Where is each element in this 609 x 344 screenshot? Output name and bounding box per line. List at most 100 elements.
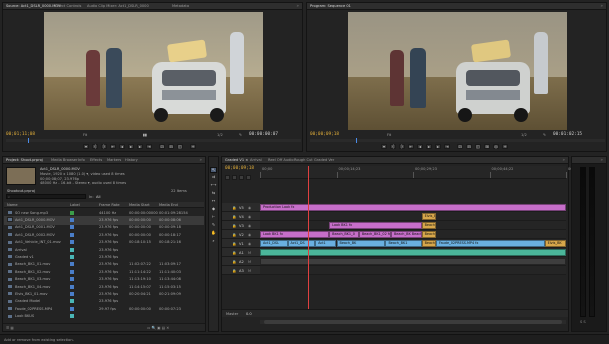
ripple-edit-tool-icon[interactable]: ⟷ [210, 183, 217, 189]
track-header-v2[interactable]: 🔒 V2 ◉ [222, 230, 260, 239]
source-page[interactable]: 1/2 [217, 133, 223, 137]
label-swatch[interactable] [70, 262, 74, 267]
label-swatch[interactable] [70, 225, 74, 230]
label-swatch[interactable] [70, 306, 74, 311]
column-name[interactable]: Name [7, 203, 18, 207]
pen-tool-icon[interactable]: ✎ [210, 223, 217, 229]
program-scrubber[interactable] [310, 138, 605, 143]
lock-icon[interactable]: 🔒 [232, 224, 236, 228]
go-to-in-icon[interactable]: ⇤ [110, 144, 116, 149]
step-forward-icon[interactable]: ▸ [137, 144, 143, 149]
toggle-output-icon[interactable]: ◉ [248, 233, 251, 237]
lock-icon[interactable]: 🔒 [232, 269, 236, 273]
track-header-v4[interactable]: 🔒 V4 ◉ [222, 212, 260, 221]
timeline-clip[interactable]: Beach_B [421, 222, 436, 229]
tab-graded-ver[interactable]: Graded Ver [314, 158, 334, 163]
tab-reel-off-audio[interactable]: Reel Off Audio [268, 158, 294, 163]
toggle-output-icon[interactable]: ◉ [248, 242, 251, 246]
extract-icon[interactable]: ⊟ [466, 144, 472, 149]
column-label[interactable]: Label [70, 203, 80, 207]
label-swatch[interactable] [70, 291, 74, 296]
timeline-clip[interactable]: Look BK1 fx [329, 222, 422, 229]
panel-menu-icon[interactable]: » [563, 158, 565, 162]
track-header-v5[interactable]: 🔒 V5 ◉ [222, 203, 260, 212]
label-swatch[interactable] [70, 299, 74, 304]
label-swatch[interactable] [70, 277, 74, 282]
timeline-zoom-scrollbar[interactable] [260, 320, 566, 324]
solo-buttons[interactable]: S S [580, 320, 595, 325]
scrollbar-thumb[interactable] [264, 320, 562, 324]
source-playhead[interactable] [28, 138, 29, 143]
tab-effects[interactable]: Effects [90, 158, 102, 163]
play-icon[interactable]: ▸ [128, 144, 134, 149]
rate-stretch-tool-icon[interactable]: ↔ [210, 199, 217, 205]
export-frame-icon[interactable]: ◫ [177, 144, 183, 149]
selection-tool-icon[interactable]: ↖ [210, 167, 217, 173]
play-icon[interactable]: ▸ [426, 144, 432, 149]
track-header-v1[interactable]: 🔒 V1 ◉ [222, 239, 260, 248]
marker-icon[interactable]: ▾ [83, 144, 89, 149]
panel-menu-icon[interactable]: » [297, 4, 299, 8]
panel-menu-icon[interactable]: » [200, 158, 202, 162]
timeline-clip[interactable]: Beach_BK1_02 fx [358, 231, 391, 238]
track-header-a3[interactable]: 🔒 A3 M [222, 266, 260, 275]
lock-icon[interactable]: 🔒 [232, 233, 236, 237]
mark-out-icon[interactable]: } [399, 144, 405, 149]
program-playhead[interactable] [356, 138, 357, 143]
timeline-clip[interactable]: Beach_BK1_0 [329, 231, 359, 238]
razor-tool-icon[interactable]: ◆ [210, 207, 217, 213]
mark-in-icon[interactable]: { [92, 144, 98, 149]
timeline-clip[interactable]: Beach_B [421, 240, 436, 247]
export-frame-icon[interactable]: ◫ [475, 144, 481, 149]
program-page[interactable]: 1/2 [521, 133, 527, 137]
tab-markers[interactable]: Markers [107, 158, 121, 163]
track-select-tool-icon[interactable]: ⇉ [210, 175, 217, 181]
timeline-clip[interactable]: Production Look fx [260, 204, 566, 211]
program-fit-dropdown[interactable]: Fit [387, 133, 391, 137]
mute-icon[interactable]: M [248, 260, 251, 264]
timeline-clip[interactable]: Faude_02PRESS.MP4 fx [435, 240, 545, 247]
hand-tool-icon[interactable]: ✋ [210, 231, 217, 237]
label-swatch[interactable] [70, 314, 74, 319]
track-header-a2[interactable]: 🔒 A2 M [222, 257, 260, 266]
go-to-out-icon[interactable]: ⇥ [444, 144, 450, 149]
tab-info[interactable]: Info [78, 158, 85, 163]
zoom-tool-icon[interactable]: ⌕ [210, 239, 217, 245]
panel-menu-icon[interactable]: » [601, 4, 603, 8]
panel-menu-icon[interactable]: » [601, 158, 603, 162]
go-to-out-icon[interactable]: ⇥ [146, 144, 152, 149]
toggle-output-icon[interactable]: ◉ [248, 206, 251, 210]
timeline-clip[interactable]: Beach_B [421, 231, 436, 238]
mark-out-icon[interactable]: } [101, 144, 107, 149]
tab-media-browser[interactable]: Media Browser [51, 158, 78, 163]
go-to-in-icon[interactable]: ⇤ [408, 144, 414, 149]
program-timecode[interactable]: 00;00;09;18 [310, 132, 339, 137]
rolling-edit-tool-icon[interactable]: ⇆ [210, 191, 217, 197]
tab-audio-clip-mixer[interactable]: Audio Clip Mixer: Act1_DSLR_0000 [87, 4, 149, 9]
lock-icon[interactable]: 🔒 [232, 215, 236, 219]
timeline-clip[interactable]: Elvis_BK [544, 240, 566, 247]
track-header-a1[interactable]: 🔒 A1 M [222, 248, 260, 257]
label-swatch[interactable] [70, 232, 74, 237]
step-back-icon[interactable]: ◂ [417, 144, 423, 149]
tab-arrival[interactable]: Arrival [250, 158, 262, 163]
timeline-clip[interactable]: Elvis_B [421, 213, 436, 220]
tab-project[interactable]: Project: Shoot.prproj [6, 158, 43, 163]
source-timecode[interactable]: 00;01;11;08 [6, 132, 35, 137]
track-header-v3[interactable]: 🔒 V3 ◉ [222, 221, 260, 230]
source-scrubber[interactable] [6, 138, 301, 143]
timeline-clip[interactable]: Beach_BK1 [385, 240, 422, 247]
tab-rough-cut[interactable]: Rough Cut [294, 158, 313, 163]
insert-icon[interactable]: ⊡ [159, 144, 165, 149]
timeline-clip[interactable]: Beach_BK Beach_fx [390, 231, 422, 238]
lock-icon[interactable]: 🔒 [232, 206, 236, 210]
trim-icon[interactable]: ⊞ [484, 144, 490, 149]
tab-source[interactable]: Source: Act1_DSLR_0000.MOV [6, 4, 61, 9]
mute-icon[interactable]: M [248, 269, 251, 273]
column-media-start[interactable]: Media Start [129, 203, 150, 207]
in-dropdown[interactable]: All [96, 195, 100, 199]
tab-history[interactable]: History [125, 158, 138, 163]
column-frame-rate[interactable]: Frame Rate [99, 203, 120, 207]
search-input[interactable]: ⌕ [6, 194, 86, 199]
toggle-output-icon[interactable]: ◉ [248, 215, 251, 219]
